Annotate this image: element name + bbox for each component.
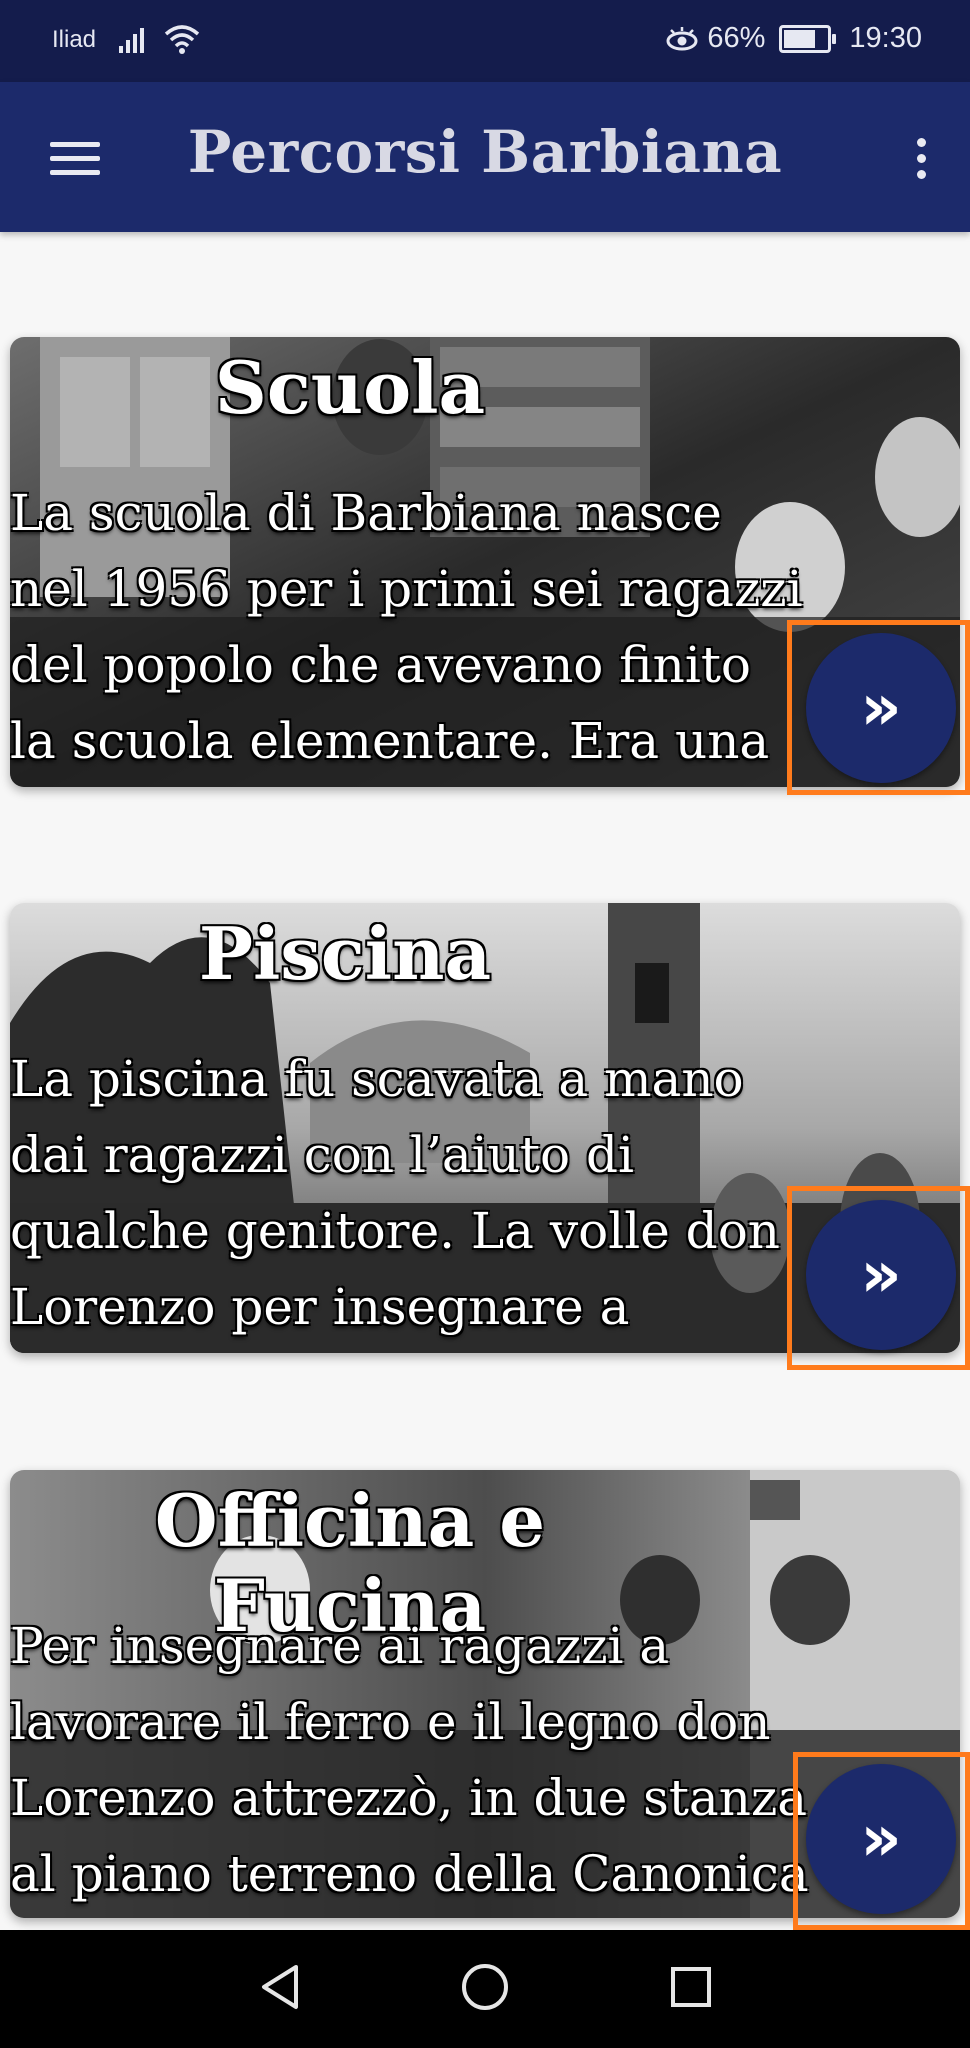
app-bar: Percorsi Barbiana	[0, 82, 970, 232]
status-right: 66% 19:30	[665, 22, 922, 55]
clock: 19:30	[849, 22, 922, 54]
wifi-icon	[164, 25, 200, 54]
go-button-piscina[interactable]: »	[806, 1200, 956, 1350]
recent-apps-icon[interactable]	[670, 1966, 712, 2008]
app-title: Percorsi Barbiana	[187, 118, 783, 186]
card-text: La piscina fu scavata a mano dai ragazzi…	[10, 1050, 780, 1336]
battery-percent: 66%	[707, 22, 766, 54]
system-nav-bar	[0, 1930, 970, 2048]
card-text: Per insegnare ai ragazzi a lavorare il f…	[10, 1617, 809, 1903]
card-text: La scuola di Barbiana nasce nel 1956 per…	[10, 484, 803, 770]
go-button-scuola[interactable]: »	[806, 633, 956, 783]
go-button-officina[interactable]: »	[806, 1764, 956, 1914]
battery-icon	[779, 24, 837, 53]
carrier-label: Iliad	[52, 26, 97, 53]
home-icon[interactable]	[460, 1962, 510, 2012]
card-title: Scuola	[214, 345, 486, 430]
card-title: Piscina	[198, 911, 492, 996]
overflow-menu-icon[interactable]	[914, 138, 928, 182]
back-icon[interactable]	[258, 1962, 304, 2012]
signal-icon	[119, 28, 144, 53]
status-bar: Iliad 66% 19:30	[0, 0, 970, 82]
eye-comfort-icon	[666, 26, 698, 50]
